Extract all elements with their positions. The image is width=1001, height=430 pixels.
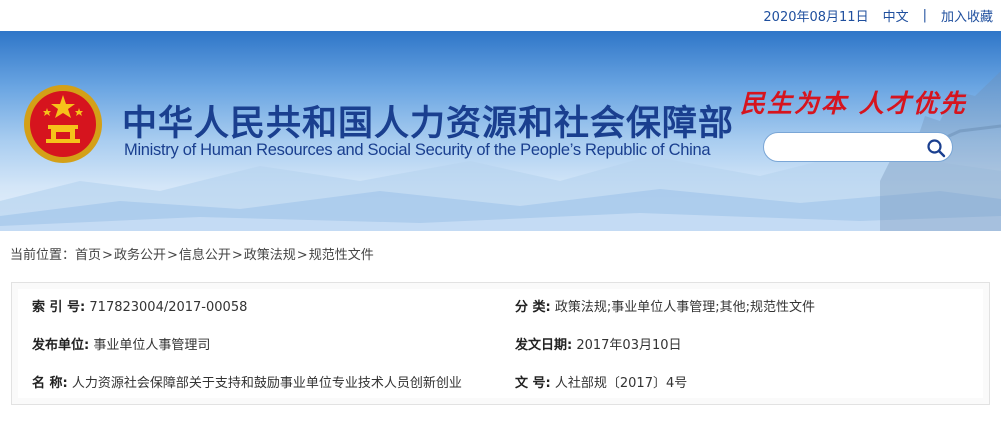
header-banner: 中华人民共和国人力资源和社会保障部 Ministry of Human Reso… — [0, 31, 1001, 231]
info-row: 名 称: 人力资源社会保障部关于支持和鼓励事业单位专业技术人员创新创业 文 号:… — [18, 365, 983, 403]
breadcrumb-item-normative-docs[interactable]: 规范性文件 — [309, 248, 374, 263]
breadcrumb-item-policy[interactable]: 政策法规 — [244, 248, 296, 263]
doc-number-value: 人社部规〔2017〕4号 — [554, 376, 688, 391]
issue-date-field: 发文日期: 2017年03月10日 — [515, 327, 682, 365]
category-label: 分 类: — [515, 300, 551, 315]
current-date: 2020年08月11日 — [763, 10, 869, 25]
search-box — [763, 132, 953, 162]
info-row: 发布单位: 事业单位人事管理司 发文日期: 2017年03月10日 — [18, 327, 983, 365]
site-title-en: Ministry of Human Resources and Social S… — [124, 141, 711, 159]
doc-number-label: 文 号: — [515, 376, 551, 391]
top-separator: | — [922, 8, 927, 23]
language-link[interactable]: 中文 — [883, 6, 909, 25]
breadcrumb-item-home[interactable]: 首页 — [75, 248, 101, 263]
issue-date-value: 2017年03月10日 — [576, 338, 682, 353]
breadcrumb: 当前位置：首页>政务公开>信息公开>政策法规>规范性文件 — [10, 244, 374, 263]
index-number-field: 索 引 号: 717823004/2017-00058 — [32, 289, 247, 327]
doc-name-label: 名 称: — [32, 376, 68, 391]
document-info-table: 索 引 号: 717823004/2017-00058 分 类: 政策法规;事业… — [18, 289, 983, 398]
national-emblem-icon — [24, 85, 102, 163]
breadcrumb-prefix: 当前位置： — [10, 248, 76, 263]
breadcrumb-separator: > — [166, 248, 178, 263]
breadcrumb-item-government-affairs[interactable]: 政务公开 — [114, 248, 166, 263]
issuer-label: 发布单位: — [32, 338, 90, 353]
issuer-value: 事业单位人事管理司 — [93, 338, 211, 353]
slogan: 民生为本 人才优先 — [740, 89, 967, 118]
document-info-panel: 索 引 号: 717823004/2017-00058 分 类: 政策法规;事业… — [11, 282, 990, 405]
info-row: 索 引 号: 717823004/2017-00058 分 类: 政策法规;事业… — [18, 289, 983, 327]
top-bar: 2020年08月11日 中文 | 加入收藏 — [0, 0, 1001, 31]
breadcrumb-item-information[interactable]: 信息公开 — [179, 248, 231, 263]
category-field: 分 类: 政策法规;事业单位人事管理;其他;规范性文件 — [515, 289, 815, 327]
add-favorite-link[interactable]: 加入收藏 — [941, 6, 993, 25]
search-input[interactable] — [776, 137, 920, 159]
index-number-label: 索 引 号: — [32, 300, 86, 315]
breadcrumb-separator: > — [102, 248, 113, 263]
issuer-field: 发布单位: 事业单位人事管理司 — [32, 327, 210, 365]
doc-name-value: 人力资源社会保障部关于支持和鼓励事业单位专业技术人员创新创业 — [71, 376, 462, 391]
search-icon[interactable] — [926, 138, 946, 158]
site-title-cn: 中华人民共和国人力资源和社会保障部 — [122, 104, 735, 144]
doc-name-field: 名 称: 人力资源社会保障部关于支持和鼓励事业单位专业技术人员创新创业 — [32, 365, 462, 403]
top-links: 2020年08月11日 中文 | 加入收藏 — [763, 0, 993, 31]
issue-date-label: 发文日期: — [515, 338, 573, 353]
breadcrumb-separator: > — [296, 248, 308, 263]
doc-number-field: 文 号: 人社部规〔2017〕4号 — [515, 365, 687, 403]
category-value: 政策法规;事业单位人事管理;其他;规范性文件 — [554, 300, 816, 315]
index-number-value: 717823004/2017-00058 — [89, 300, 248, 315]
breadcrumb-separator: > — [231, 248, 243, 263]
